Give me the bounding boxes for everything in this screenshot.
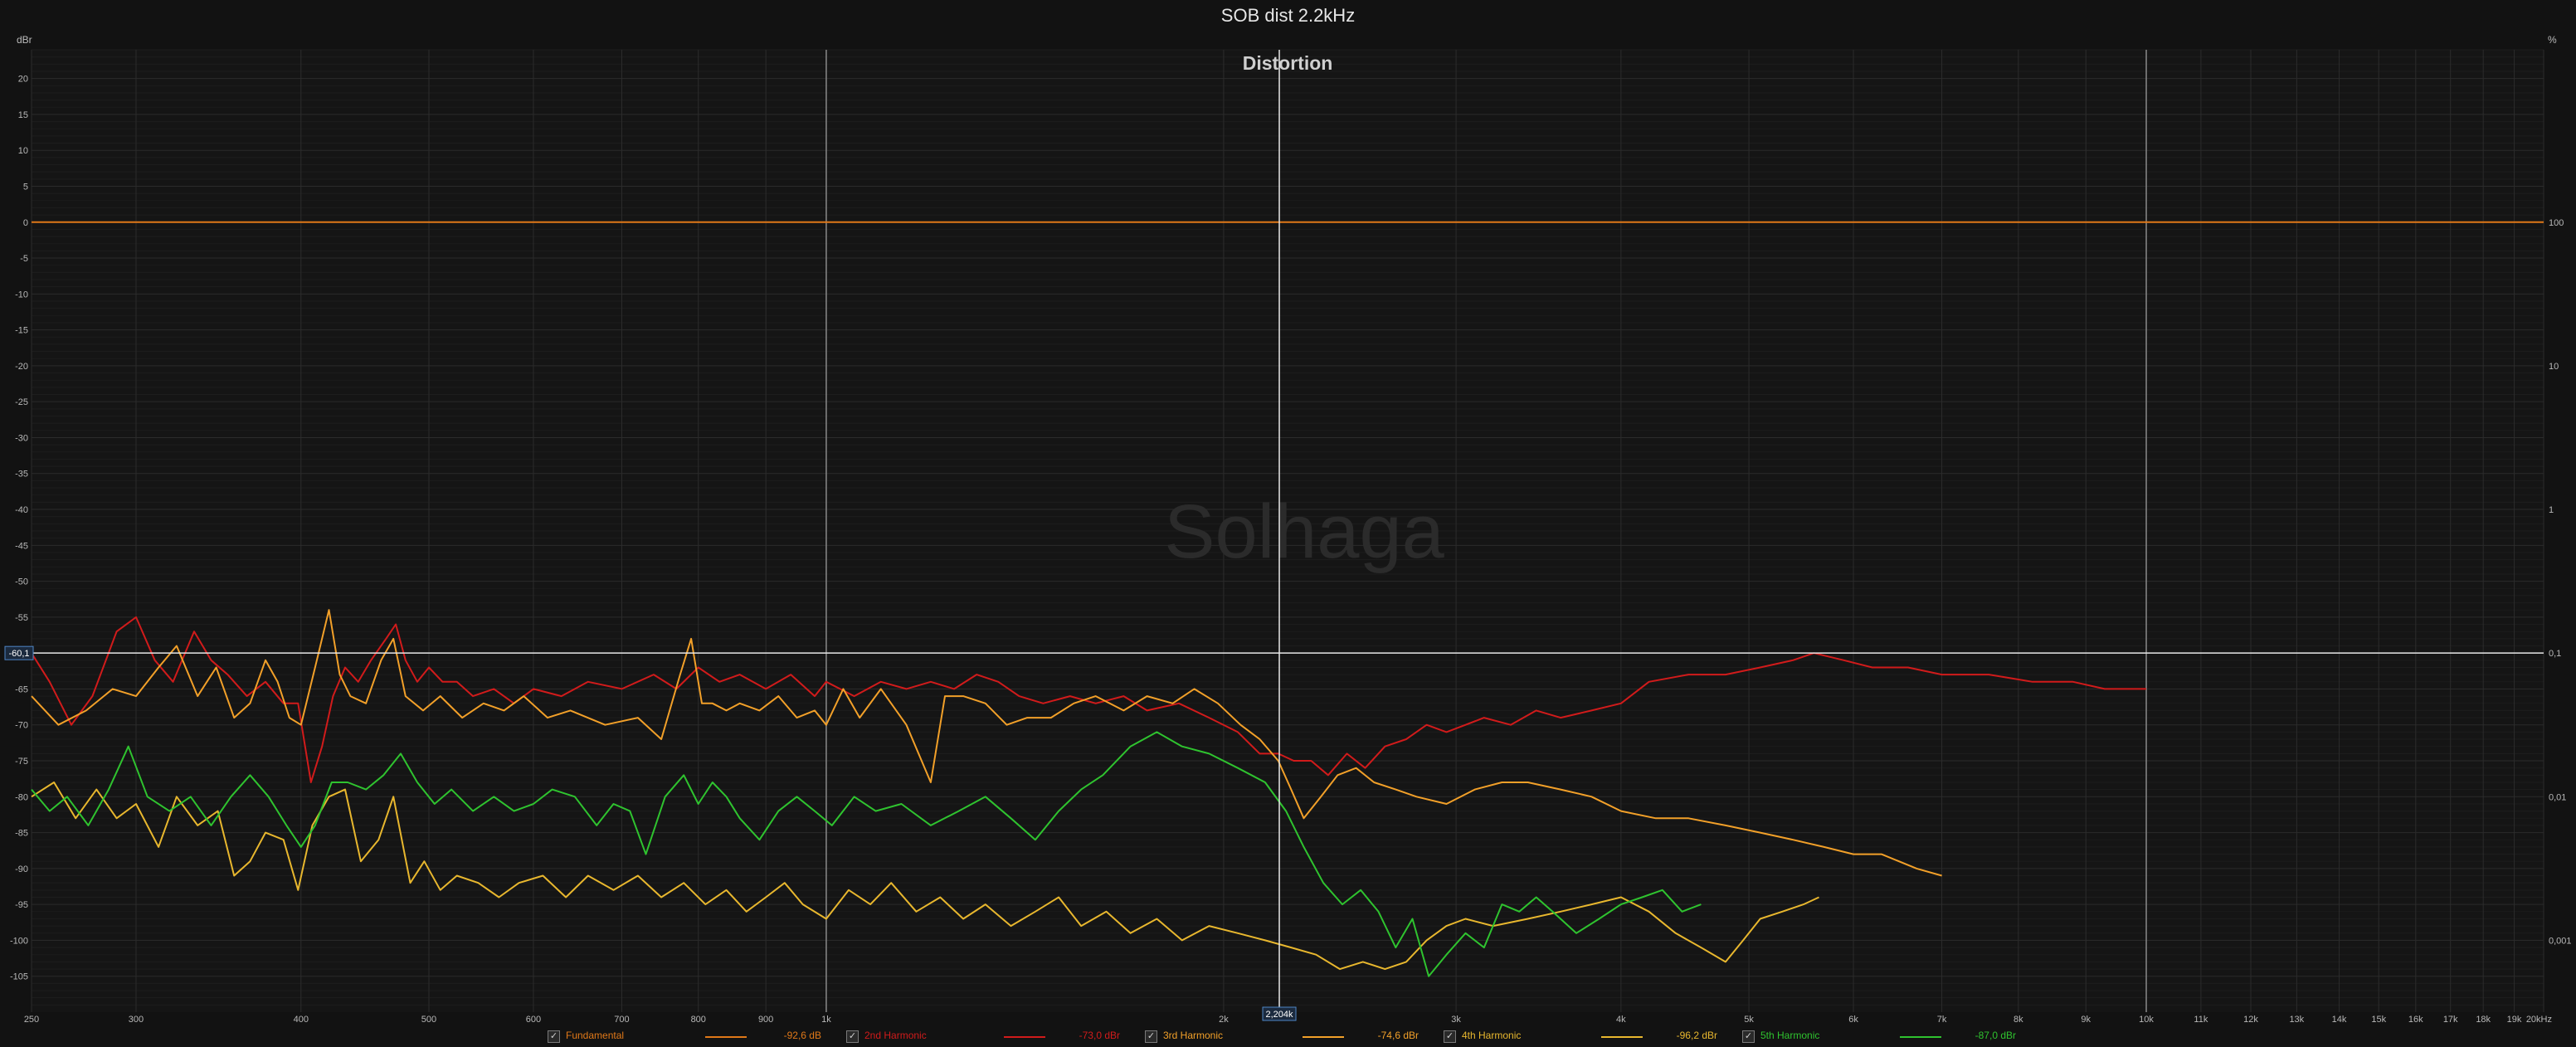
x-tick-label: 250 (24, 1015, 39, 1025)
x-tick-label: 9k (2081, 1015, 2091, 1025)
x-tick-label: 11k (2194, 1015, 2208, 1025)
legend-item-fundamental[interactable]: ✓ Fundamental -92,6 dB (548, 1029, 830, 1044)
cursor-x-label: 2,204k (1266, 1010, 1294, 1020)
y2-tick-label: 1 (2549, 505, 2554, 515)
y-tick-label: -40 (15, 505, 28, 515)
x-tick-label: 300 (129, 1015, 144, 1025)
legend-checkbox[interactable]: ✓ (1742, 1030, 1755, 1043)
x-tick-label: 13k (2289, 1015, 2304, 1025)
x-tick-label: 1k (821, 1015, 831, 1025)
x-tick-label: 4k (1616, 1015, 1626, 1025)
legend-value: -74,6 dBr (1377, 1030, 1419, 1041)
x-tick-label: 800 (691, 1015, 706, 1025)
legend-swatch (1900, 1036, 1941, 1038)
y-tick-label: -65 (15, 684, 28, 694)
x-tick-label: 17k (2443, 1015, 2458, 1025)
x-tick-label: 2k (1219, 1015, 1229, 1025)
cursor-y-label: -60,1 (8, 649, 29, 659)
y2-tick-label: 100 (2549, 218, 2564, 228)
y-tick-label: -5 (20, 254, 28, 264)
x-tick-label: 18k (2476, 1015, 2491, 1025)
chart-title: Distortion (1243, 52, 1333, 74)
legend-swatch (1004, 1036, 1045, 1038)
y-tick-label: -90 (15, 864, 28, 874)
x-tick-label: 8k (2014, 1015, 2023, 1025)
legend-checkbox[interactable]: ✓ (846, 1030, 859, 1043)
legend-item-4th-harmonic[interactable]: ✓ 4th Harmonic -96,2 dBr (1444, 1029, 1726, 1044)
y-tick-label: -50 (15, 577, 28, 587)
legend-checkbox[interactable]: ✓ (1444, 1030, 1456, 1043)
y-tick-label: -55 (15, 613, 28, 623)
y-tick-label: -75 (15, 757, 28, 767)
y-tick-label: -100 (10, 936, 28, 946)
legend-swatch (705, 1036, 747, 1038)
y-tick-label: -105 (10, 972, 28, 982)
y-tick-label: -95 (15, 900, 28, 910)
y-tick-label: -45 (15, 541, 28, 551)
y-tick-label: -10 (15, 290, 28, 299)
y2-axis-ticks: 100 10 1 0,1 0,01 0,001 (2549, 218, 2572, 947)
y-tick-label: 0 (23, 218, 28, 228)
x-tick-label: 16k (2408, 1015, 2423, 1025)
x-tick-label: 600 (526, 1015, 541, 1025)
x-tick-label: 400 (294, 1015, 309, 1025)
x-tick-label: 700 (614, 1015, 629, 1025)
y-axis-unit: dBr (17, 34, 32, 46)
x-tick-label: 3k (1451, 1015, 1461, 1025)
legend-item-5th-harmonic[interactable]: ✓ 5th Harmonic -87,0 dBr (1742, 1029, 2024, 1044)
x-tick-label: 14k (2332, 1015, 2347, 1025)
y2-tick-label: 10 (2549, 362, 2559, 372)
y-tick-label: 20 (18, 75, 28, 85)
y-tick-label: 5 (23, 182, 28, 192)
x-tick-label: 500 (421, 1015, 436, 1025)
x-tick-label: 15k (2371, 1015, 2386, 1025)
legend-label: 2nd Harmonic (864, 1030, 927, 1041)
x-tick-label: 6k (1848, 1015, 1858, 1025)
legend-label: 3rd Harmonic (1163, 1030, 1224, 1041)
y2-tick-label: 0,1 (2549, 649, 2561, 659)
y2-tick-label: 0,001 (2549, 936, 2572, 946)
legend-checkbox[interactable]: ✓ (1145, 1030, 1157, 1043)
legend-item-2nd-harmonic[interactable]: ✓ 2nd Harmonic -73,0 dBr (846, 1029, 1128, 1044)
legend-item-3rd-harmonic[interactable]: ✓ 3rd Harmonic -74,6 dBr (1145, 1029, 1427, 1044)
legend-swatch (1303, 1036, 1344, 1038)
y2-tick-label: 0,01 (2549, 792, 2566, 802)
x-tick-label: 900 (758, 1015, 773, 1025)
legend-label: Fundamental (566, 1030, 625, 1041)
y-tick-label: 15 (18, 110, 28, 120)
x-tick-label: 12k (2243, 1015, 2258, 1025)
x-tick-label: 10k (2139, 1015, 2154, 1025)
legend-label: 5th Harmonic (1760, 1030, 1820, 1041)
legend-checkbox[interactable]: ✓ (548, 1030, 560, 1043)
legend-value: -87,0 dBr (1975, 1030, 2016, 1041)
legend-value: -96,2 dBr (1676, 1030, 1717, 1041)
y-tick-label: -30 (15, 433, 28, 443)
x-tick-label: 19k (2507, 1015, 2522, 1025)
y2-axis-unit: % (2548, 34, 2557, 46)
y-tick-label: -85 (15, 829, 28, 839)
y-tick-label: -20 (15, 362, 28, 372)
watermark-text: Solhaga (1164, 489, 1444, 574)
y-tick-label: -70 (15, 721, 28, 731)
y-tick-label: -35 (15, 470, 28, 480)
y-tick-label: -25 (15, 397, 28, 407)
legend-value: -92,6 dB (783, 1030, 821, 1041)
y-axis-ticks: 20 15 10 5 0 -5 -10 -15 -20 -25 -30 -35 -40 -45 -50 -55… (10, 75, 28, 982)
x-tick-label: 5k (1744, 1015, 1754, 1025)
legend-label: 4th Harmonic (1462, 1030, 1522, 1041)
legend-swatch (1601, 1036, 1643, 1038)
distortion-chart[interactable]: Solhaga Distortion dBr % 20 15 10 5 0 -5 -10 -1… (0, 0, 2576, 1047)
y-tick-label: -15 (15, 326, 28, 336)
legend-value: -73,0 dBr (1079, 1030, 1120, 1041)
y-tick-label: 10 (18, 146, 28, 156)
x-tick-label: 20kHz (2526, 1015, 2552, 1025)
y-tick-label: -80 (15, 792, 28, 802)
x-tick-label: 7k (1937, 1015, 1947, 1025)
